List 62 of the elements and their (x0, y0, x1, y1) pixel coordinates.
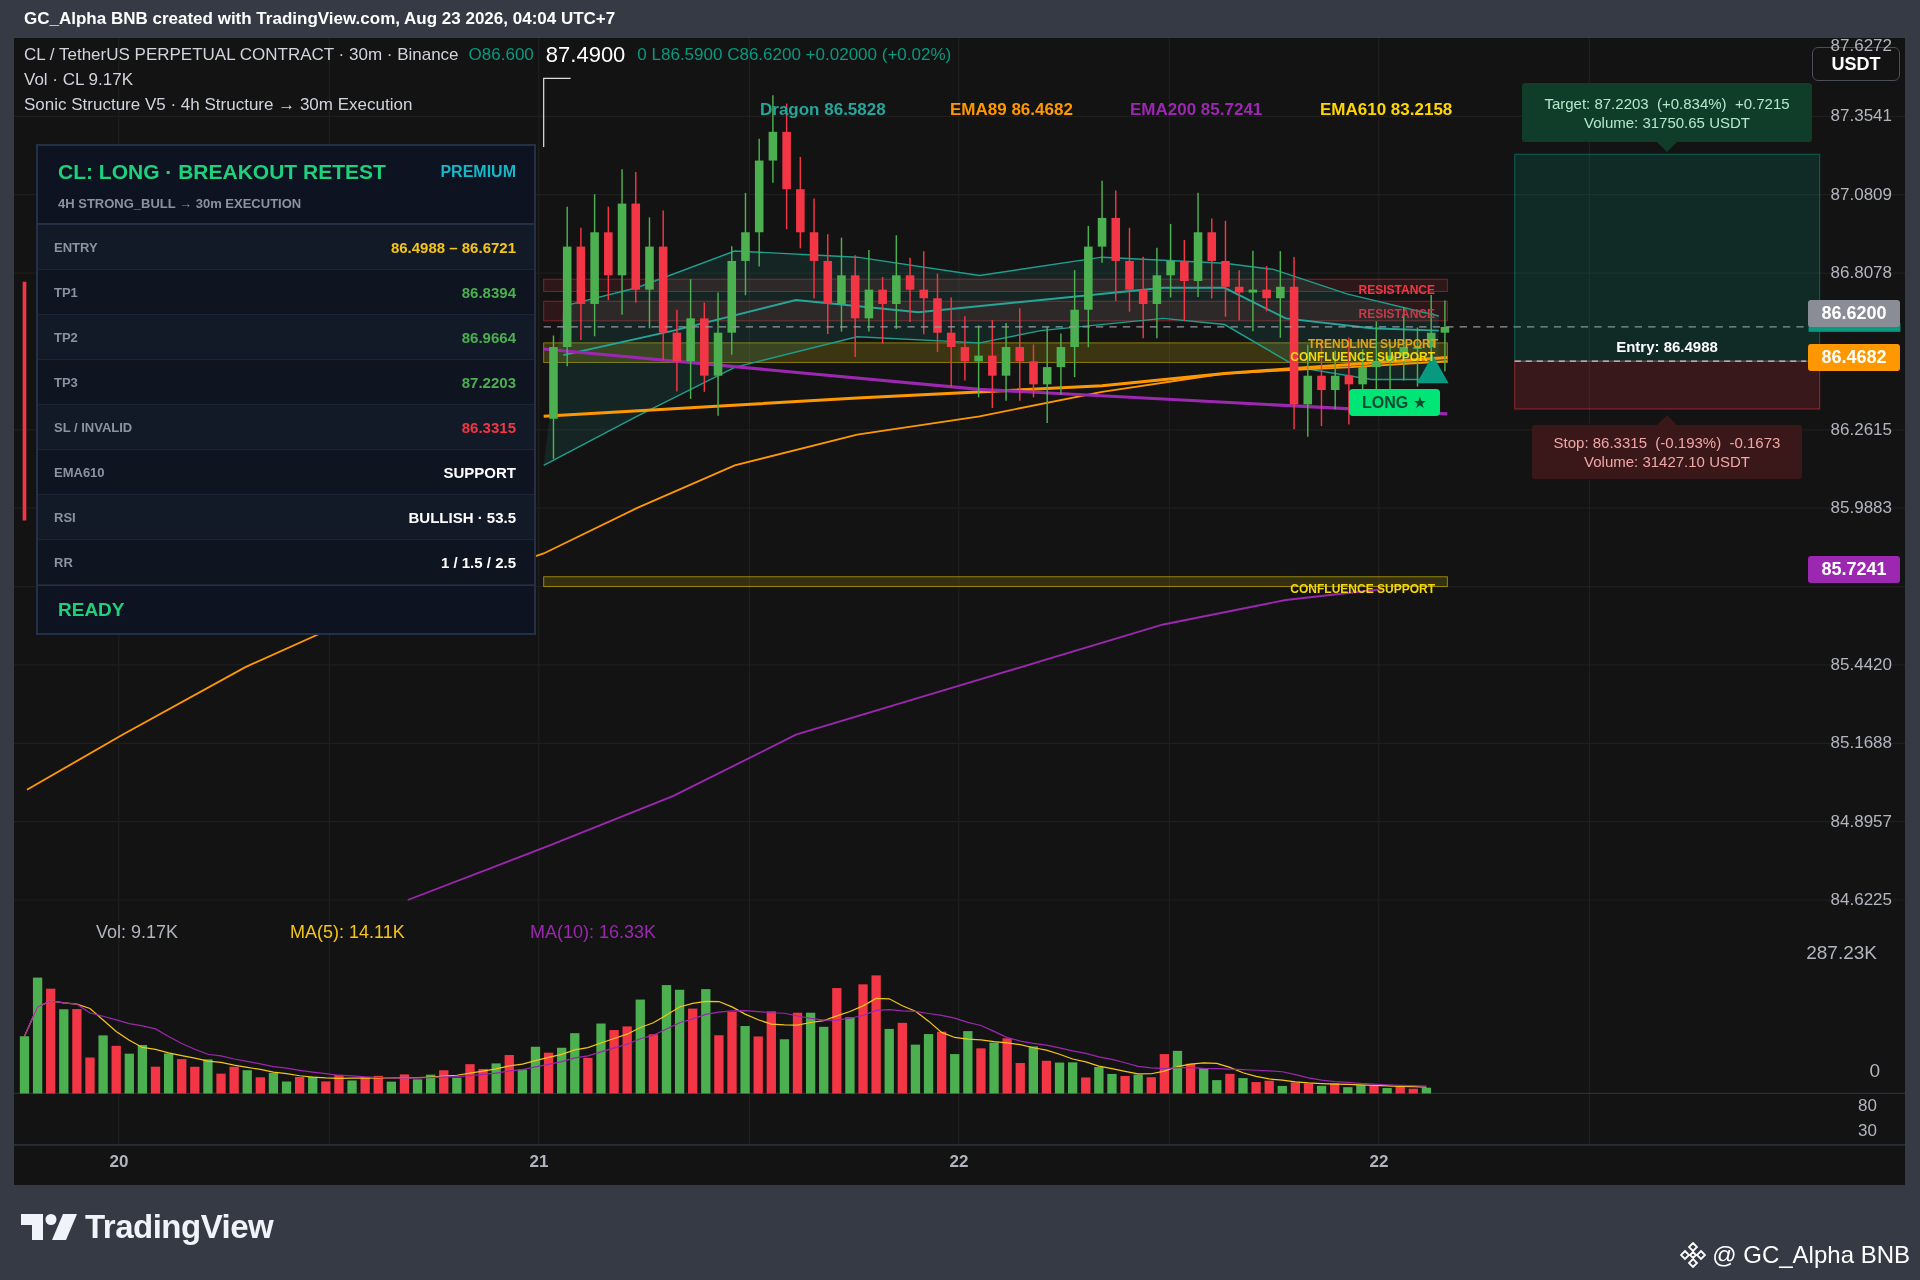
volume-legend: MA(10): 16.33K (530, 922, 657, 943)
signal-badge: LONG ★ (1349, 389, 1440, 416)
row-label: RR (54, 554, 73, 570)
row-value: 1 / 1.5 / 2.5 (440, 553, 516, 571)
crosshair-price: 87.4900 (545, 41, 626, 68)
moving-average-label: EMA200 85.7241 (1130, 100, 1263, 120)
row-label: EMA610 (54, 464, 105, 480)
volume-legend: Vol · CL 9.17K (24, 69, 133, 90)
credit-text: @ GC_Alpha BNB (1712, 1241, 1910, 1269)
row-label: TP2 (54, 329, 78, 345)
time-label: 22 (948, 1152, 970, 1172)
price-badge: 86.6200 (1808, 300, 1900, 327)
moving-average-label: EMA89 86.4682 (950, 100, 1073, 120)
price-badge: 85.7241 (1808, 556, 1900, 583)
row-label: SL / INVALID (54, 419, 133, 435)
stop-text: Stop: 86.3315 (-0.193%) -0.1673 (1553, 433, 1781, 452)
row-value: SUPPORT (443, 463, 516, 481)
time-label: 22 (1368, 1152, 1390, 1172)
card-subtitle: 4H STRONG_BULL → 30m EXECUTION (58, 196, 303, 211)
time-label: 21 (528, 1152, 550, 1172)
row-value: 86.8394 (461, 283, 516, 301)
entry-label: Entry: 86.4988 (1615, 338, 1719, 355)
logo-text: TradingView (85, 1208, 274, 1246)
volume-tick: 287.23K (1806, 943, 1877, 963)
volume-legend: Vol: 9.17K (96, 922, 179, 943)
row-value: BULLISH · 53.5 (408, 508, 516, 526)
price-tick: 84.6225 (1830, 890, 1892, 910)
price-tick: 86.8078 (1830, 263, 1892, 283)
row-value: 86.9664 (461, 328, 516, 346)
row-label: RSI (54, 509, 76, 525)
ohlc-values: O86.600 (468, 44, 534, 65)
row-value: 87.2203 (461, 373, 516, 391)
tier-label: PREMIUM (440, 163, 516, 181)
oscillator-tick: 30 (1858, 1121, 1877, 1141)
row-value: 86.4988 – 86.6721 (390, 238, 516, 256)
zone-label: RESISTANCE (1358, 283, 1435, 297)
status-label: READY (58, 598, 125, 621)
price-badge: 86.4682 (1808, 344, 1900, 371)
price-tick: 87.3541 (1830, 106, 1892, 126)
price-tick: 87.0809 (1830, 185, 1892, 205)
ohlc-values: 0 L86.5900 C86.6200 +0.02000 (+0.02%) (637, 44, 952, 65)
time-label: 20 (108, 1152, 130, 1172)
price-tick: 84.8957 (1830, 812, 1892, 832)
indicator-legend: Sonic Structure V5 · 4h Structure → 30m Execution (24, 94, 413, 115)
page-title: GC_Alpha BNB created with TradingView.com, Aug 23 2026, 04:04 UTC+7 (24, 9, 616, 29)
row-label: TP3 (54, 374, 78, 390)
price-tick: 85.1688 (1830, 733, 1892, 753)
row-value: 86.3315 (461, 418, 516, 436)
volume-tick: 0 (1869, 1061, 1880, 1081)
row-label: TP1 (54, 284, 78, 300)
price-tick: 86.2615 (1830, 420, 1892, 440)
symbol-title: CL / TetherUS PERPETUAL CONTRACT · 30m · Binance (24, 44, 459, 65)
target-volume: Volume: 31750.65 USDT (1584, 112, 1750, 132)
stop-volume: Volume: 31427.10 USDT (1584, 452, 1750, 471)
price-tick: 85.4420 (1830, 655, 1892, 675)
oscillator-tick: 80 (1858, 1096, 1877, 1116)
card-title: CL: LONG · BREAKOUT RETEST (58, 160, 387, 184)
target-text: Target: 87.2203 (+0.834%) +0.7215 (1544, 93, 1790, 113)
volume-legend: MA(5): 14.11K (290, 922, 405, 943)
price-tick: 85.9883 (1830, 498, 1892, 518)
row-label: ENTRY (54, 239, 98, 255)
moving-average-label: EMA610 83.2158 (1320, 100, 1453, 120)
